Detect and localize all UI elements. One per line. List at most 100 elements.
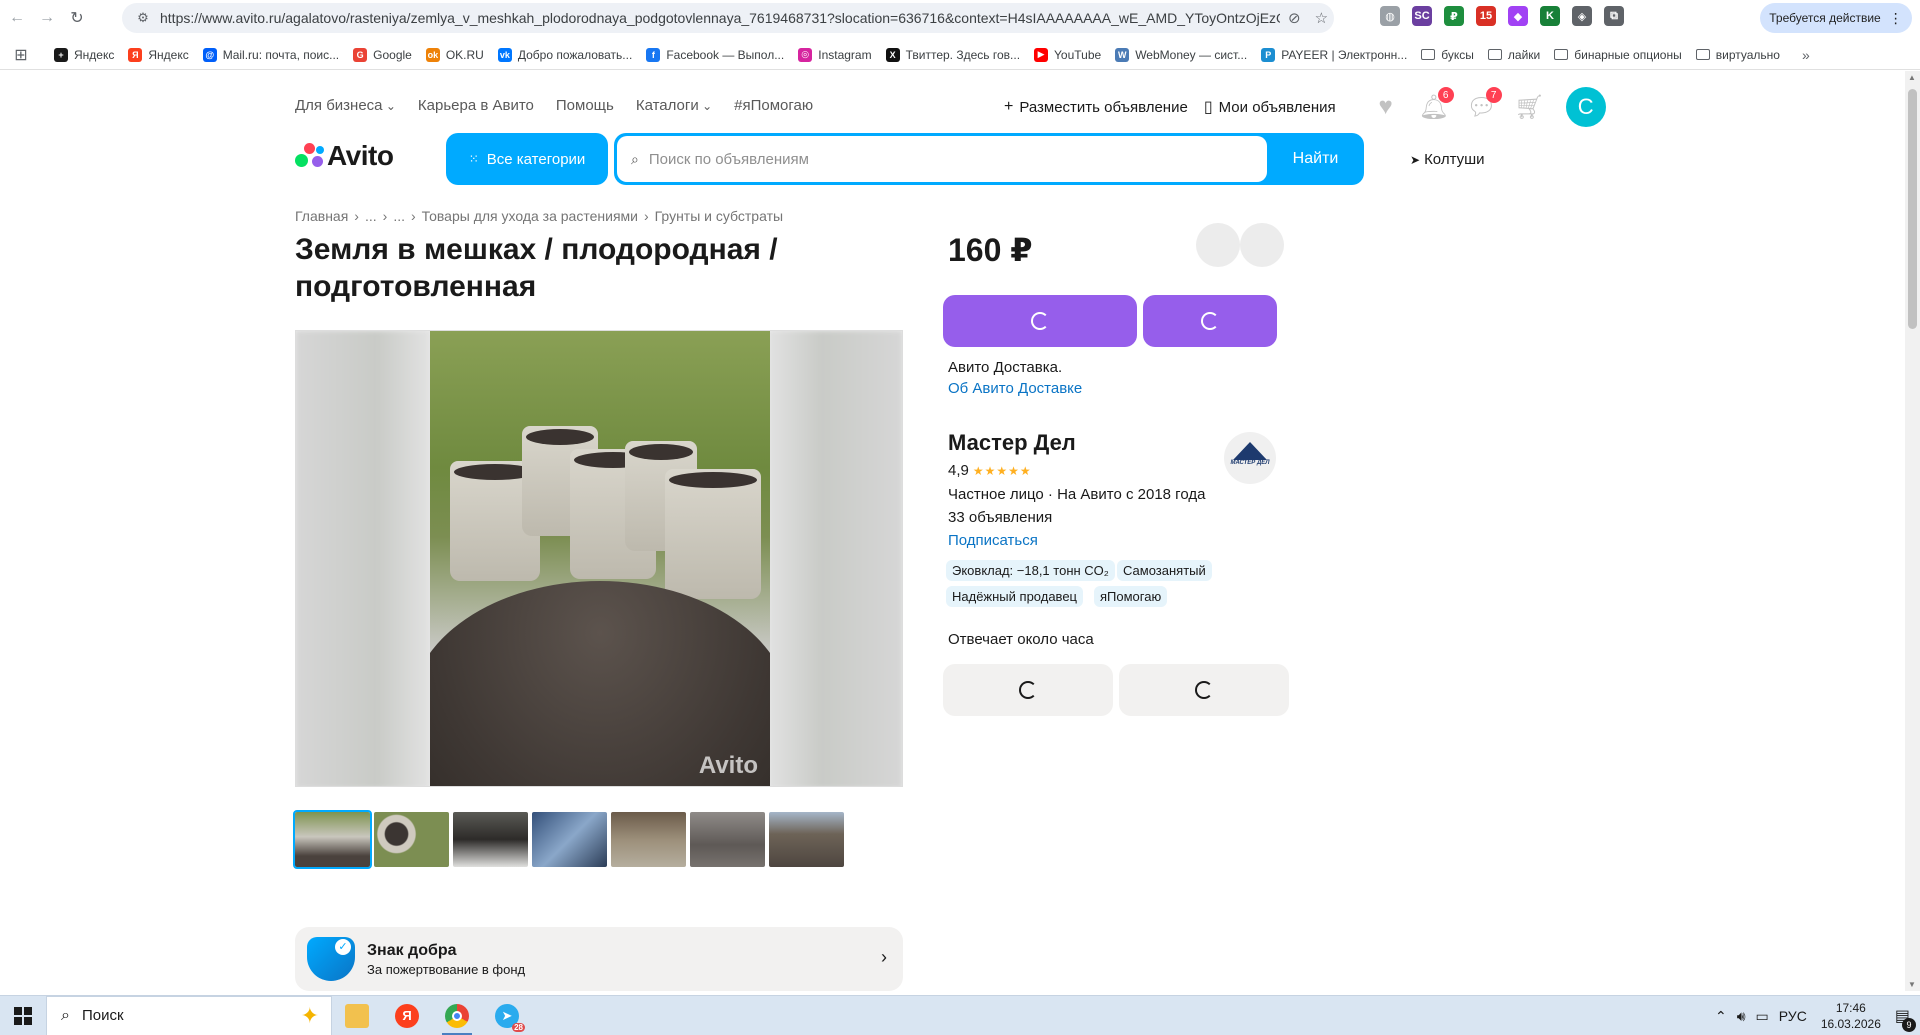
eco-tag[interactable]: Эковклад: −18,1 тонн CO₂ [946,560,1115,581]
all-categories-button[interactable]: ⁙ Все категории [446,133,608,185]
bookmark-item[interactable]: ok OK.RU [425,47,484,62]
subscribe-link[interactable]: Подписаться [948,532,1038,549]
bookmark-item[interactable]: + Яндекс [54,47,114,62]
scroll-down-icon[interactable]: ▼ [1908,980,1916,989]
post-ad-link[interactable]: + Разместить объявление [1004,98,1188,116]
seller-ads-count[interactable]: 33 объявления [948,509,1052,526]
breadcrumb-collapsed-1[interactable]: ... [365,208,377,224]
search-input[interactable]: ⌕ Поиск по объявлениям [617,136,1267,182]
tracking-protection-icon[interactable]: ⊘ [1288,9,1301,27]
clock[interactable]: 17:46 16.03.2026 [1821,1000,1881,1032]
bookmark-item[interactable]: G Google [353,47,412,62]
yandex-browser-app[interactable]: Я [382,996,432,1035]
page-scrollbar[interactable]: ▲ ▼ [1905,71,1920,991]
bookmark-item[interactable]: W WebMoney — сист... [1115,47,1247,62]
cart-icon[interactable]: 🛒︎ [1514,93,1544,121]
back-icon[interactable]: ← [4,5,30,31]
bookmark-folder[interactable]: лайки [1487,48,1540,62]
network-icon[interactable]: ▭ [1756,1008,1769,1025]
bookmarks-overflow-icon[interactable]: » [1802,47,1810,63]
bookmark-folder[interactable]: виртуально [1695,48,1780,62]
seller-name[interactable]: Мастер Дел [948,430,1076,456]
breadcrumb-soils[interactable]: Грунты и субстраты [655,208,783,224]
bookmark-item[interactable]: f Facebook — Выпол... [646,47,784,62]
bookmark-item[interactable]: ▶ YouTube [1034,47,1101,62]
bookmark-item[interactable]: X Твиттер. Здесь гов... [885,47,1020,62]
my-ads-link[interactable]: ▯ Мои объявления [1204,97,1336,117]
bookmark-item[interactable]: ◎ Instagram [798,47,872,62]
taskbar-search[interactable]: ⌕ Поиск ✦ [46,995,332,1035]
thumbnail-3[interactable] [453,812,528,867]
gem-extension-icon[interactable]: ◆ [1508,6,1528,26]
add-to-cart-button[interactable] [1143,295,1277,347]
favorites-heart-icon[interactable]: ♥ [1372,93,1400,121]
nav-ya-pomogayu[interactable]: #яПомогаю [734,97,813,114]
nav-catalogs[interactable]: Каталоги [636,97,712,114]
reliable-seller-tag[interactable]: Надёжный продавец [946,586,1083,607]
bookmark-folder[interactable]: буксы [1421,48,1474,62]
shield-extension-icon[interactable]: ◈ [1572,6,1592,26]
charity-banner[interactable]: Знак добра За пожертвование в фонд › [295,927,903,991]
thumbnail-5[interactable] [611,812,686,867]
bookmark-item[interactable]: vk Добро пожаловать... [497,47,632,62]
breadcrumb-home[interactable]: Главная [295,208,348,224]
photo-gallery[interactable]: Avito [295,330,903,787]
bookmark-folder[interactable]: бинарные опционы [1554,48,1682,62]
site-info-icon[interactable]: ⚙ [130,10,156,26]
calendar-extension-icon[interactable]: 15 [1476,6,1496,26]
notifications-bell-icon[interactable]: 🔔︎ 6 [1418,87,1454,121]
scroll-up-icon[interactable]: ▲ [1908,73,1916,82]
avito-logo[interactable]: Avito [295,140,394,172]
main-photo[interactable]: Avito [430,331,770,786]
search-button[interactable]: Найти [1267,133,1364,185]
language-indicator[interactable]: РУС [1779,1008,1807,1024]
show-phone-button[interactable] [943,664,1113,716]
user-avatar[interactable]: С [1565,87,1606,127]
globe-icon[interactable]: ◍ [1380,6,1400,26]
forward-icon[interactable]: → [34,5,60,31]
url-text[interactable]: https://www.avito.ru/agalatovo/rasteniya… [160,10,1280,26]
nav-career[interactable]: Карьера в Авито [418,97,534,114]
seller-rating[interactable]: 4,9 ★★★★★ [948,462,1032,479]
ya-pomogayu-tag[interactable]: яПомогаю [1094,586,1168,607]
puzzle-icon[interactable]: ⧉ [1604,6,1624,26]
favorite-placeholder-button[interactable] [1196,223,1240,267]
scrollbar-thumb[interactable] [1908,89,1917,329]
menu-dots-icon[interactable]: ⋮ [1889,10,1903,27]
telegram-app[interactable]: ➤ 28 [482,996,532,1035]
breadcrumb-collapsed-2[interactable]: ... [393,208,405,224]
breadcrumb-plant-care[interactable]: Товары для ухода за растениями [422,208,638,224]
volume-icon[interactable]: 🔊︎ [1737,1008,1746,1025]
ruble-extension-icon[interactable]: ₽ [1444,6,1464,26]
messages-chat-icon[interactable]: 💬︎ 7 [1466,87,1502,121]
bookmark-star-icon[interactable]: ☆ [1315,9,1328,27]
thumbnail-4[interactable] [532,812,607,867]
reload-icon[interactable]: ↻ [64,5,90,31]
nav-business[interactable]: Для бизнеса [295,97,396,114]
thumbnail-7[interactable] [769,812,844,867]
thumbnail-1[interactable] [293,810,372,869]
address-bar[interactable]: ⚙ https://www.avito.ru/agalatovo/rasteni… [122,3,1334,33]
start-button[interactable] [0,996,46,1035]
sc-extension-icon[interactable]: SC [1412,6,1432,26]
buy-with-delivery-button[interactable] [943,295,1137,347]
thumbnail-6[interactable] [690,812,765,867]
nav-help[interactable]: Помощь [556,97,614,114]
action-required-button[interactable]: Требуется действие ⋮ [1760,3,1912,33]
chrome-app[interactable] [432,996,482,1035]
location-selector[interactable]: ➤ Колтуши [1410,151,1485,168]
ok-extension-icon[interactable]: K [1540,6,1560,26]
thumbnail-2[interactable] [374,812,449,867]
chevron-up-icon[interactable]: ⌃ [1715,1008,1727,1025]
notification-center-icon[interactable]: ▤ 9 [1895,1006,1916,1032]
bookmark-item[interactable]: P PAYEER | Электронн... [1261,47,1407,62]
file-explorer-app[interactable] [332,996,382,1035]
bookmark-item[interactable]: @ Mail.ru: почта, поис... [202,47,339,62]
write-message-button[interactable] [1119,664,1289,716]
seller-avatar[interactable]: МАСТЕР ДЕЛ [1224,432,1276,484]
delivery-link[interactable]: Об Авито Доставке [948,378,1082,399]
share-placeholder-button[interactable] [1240,223,1284,267]
apps-grid-icon[interactable]: ⊞ [10,44,32,66]
self-employed-tag[interactable]: Самозанятый [1117,560,1212,581]
bookmark-item[interactable]: Я Яндекс [128,47,189,62]
